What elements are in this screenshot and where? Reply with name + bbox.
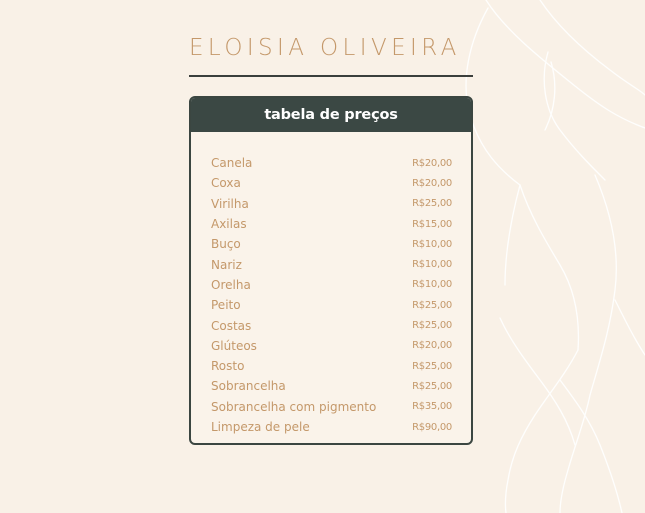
service-price: R$10,00: [412, 238, 452, 250]
service-name: Peito: [211, 298, 241, 313]
service-name: Rosto: [211, 359, 245, 374]
service-name: Virilha: [211, 196, 249, 211]
service-price: R$25,00: [412, 198, 452, 210]
service-name: Limpeza de pele: [211, 420, 310, 434]
list-item: Glúteos R$20,00: [211, 336, 453, 356]
service-name: Costas: [211, 318, 252, 333]
price-table-title: tabela de preços: [264, 107, 398, 123]
service-price: R$25,00: [412, 380, 452, 392]
list-item: Nariz R$10,00: [211, 254, 453, 274]
service-name: Sobrancelha com pigmento: [211, 399, 377, 414]
price-table-card: tabela de preços Canela R$20,00 Coxa R$20,…: [189, 96, 473, 445]
list-item: Rosto R$25,00: [211, 356, 453, 376]
service-name: Nariz: [211, 257, 242, 272]
list-item: Virilha R$25,00: [211, 194, 453, 214]
service-name: Glúteos: [211, 338, 257, 353]
list-item: Orelha R$10,00: [211, 275, 453, 295]
service-price: R$10,00: [412, 279, 452, 291]
list-item: Sobrancelha com pigmento R$35,00: [211, 397, 453, 417]
service-price: R$25,00: [412, 360, 452, 372]
list-item: Peito R$25,00: [211, 295, 453, 315]
service-name: Orelha: [211, 277, 251, 292]
list-item: Canela R$20,00: [211, 153, 453, 173]
brand-title: ELOISIA OLIVEIRA: [189, 35, 461, 61]
service-price: R$20,00: [412, 177, 452, 189]
list-item: Axilas R$15,00: [211, 214, 453, 234]
list-item: Costas R$25,00: [211, 315, 453, 335]
service-price: R$10,00: [412, 259, 452, 271]
service-name: Sobrancelha: [211, 379, 286, 394]
service-price: R$90,00: [412, 421, 452, 433]
service-name: Canela: [211, 156, 253, 171]
price-list: Canela R$20,00 Coxa R$20,00 Virilha R$25,00…: [211, 153, 453, 437]
list-item: Buço R$10,00: [211, 234, 453, 254]
service-price: R$15,00: [412, 218, 452, 230]
service-name: Coxa: [211, 176, 241, 191]
service-price: R$20,00: [412, 157, 452, 169]
service-price: R$25,00: [412, 299, 452, 311]
service-price: R$25,00: [412, 320, 452, 332]
list-item: Sobrancelha R$25,00: [211, 376, 453, 396]
service-price: R$35,00: [412, 401, 452, 413]
service-name: Axilas: [211, 217, 247, 232]
price-table-header: tabela de preços: [191, 98, 471, 132]
title-divider: [189, 75, 473, 77]
list-item: Coxa R$20,00: [211, 173, 453, 193]
list-item: Limpeza de pele R$90,00: [211, 417, 453, 437]
service-name: Buço: [211, 237, 241, 252]
service-price: R$20,00: [412, 340, 452, 352]
